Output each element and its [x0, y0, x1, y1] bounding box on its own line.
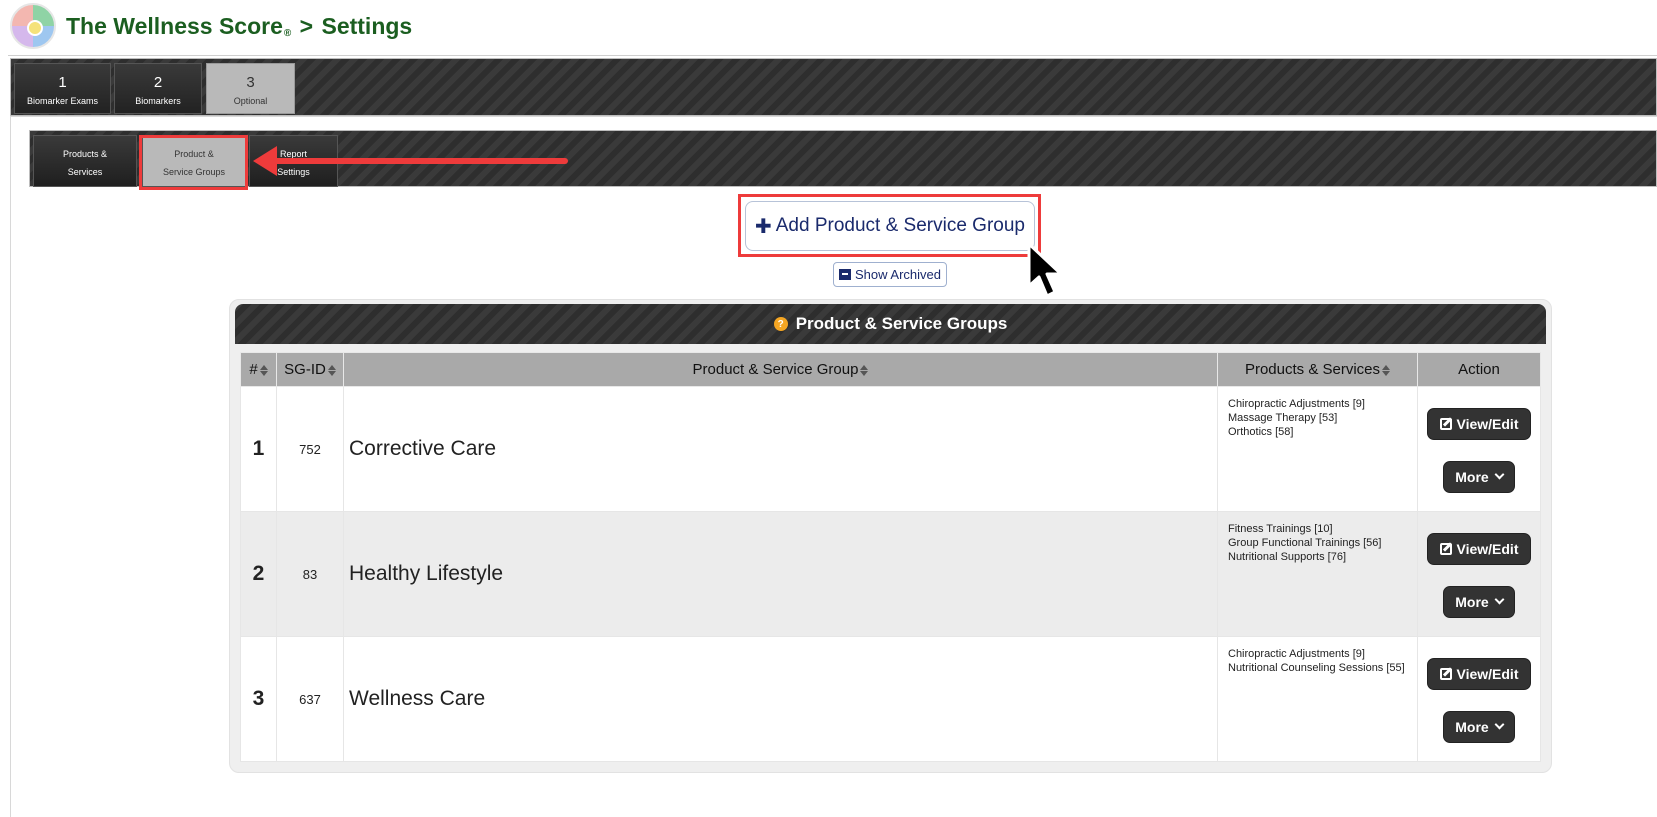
sort-icon — [260, 365, 268, 376]
table-row: 2 83 Healthy Lifestyle Fitness Trainings… — [240, 511, 1541, 637]
tab-number: 1 — [58, 74, 67, 91]
table-row: 3 637 Wellness Care Chiropractic Adjustm… — [240, 636, 1541, 762]
product-item: Fitness Trainings [10] — [1228, 523, 1333, 535]
annotation-arrow-shaft — [272, 158, 568, 164]
more-button[interactable]: More — [1443, 710, 1515, 743]
row-sgid: 637 — [276, 636, 344, 762]
product-item: Orthotics [58] — [1228, 426, 1294, 438]
table-row: 1 752 Corrective Care Chiropractic Adjus… — [240, 386, 1541, 512]
row-actions: View/Edit More — [1417, 386, 1541, 512]
tab-label: Biomarker Exams — [26, 96, 98, 106]
page-title: The Wellness Score® > Settings — [66, 13, 412, 40]
header-divider — [8, 55, 1657, 56]
groups-table-title: Product & Service Groups — [795, 314, 1008, 333]
registered-mark: ® — [283, 28, 292, 39]
tab-biomarkers[interactable]: 2 Biomarkers — [114, 63, 202, 114]
view-edit-button[interactable]: View/Edit — [1427, 532, 1531, 565]
row-products: Fitness Trainings [10] Group Functional … — [1217, 511, 1418, 637]
row-actions: View/Edit More — [1417, 511, 1541, 637]
sort-icon — [328, 365, 336, 376]
row-group-name: Wellness Care — [343, 636, 1218, 762]
breadcrumb-separator-icon: > — [299, 13, 314, 39]
chevron-down-icon — [1494, 594, 1505, 605]
show-archived-button[interactable]: Show Archived — [833, 262, 947, 287]
groups-table: # SG-ID Product & Service Group Products… — [240, 352, 1541, 762]
column-header-label: Product & Service Group — [692, 361, 859, 378]
add-button-label: Add Product & Service Group — [775, 215, 1025, 236]
row-number: 3 — [240, 636, 277, 762]
subtab-products-services[interactable]: Products & Services — [33, 135, 137, 187]
row-group-name: Healthy Lifestyle — [343, 511, 1218, 637]
subtab-line2: Services — [67, 167, 103, 177]
app-title: The Wellness Score — [66, 13, 283, 39]
more-label: More — [1455, 468, 1489, 485]
row-number: 1 — [240, 386, 277, 512]
wellness-logo-icon — [10, 3, 56, 49]
subtab-highlight-box — [139, 135, 248, 190]
product-item: Nutritional Supports [76] — [1228, 551, 1347, 563]
column-header-action: Action — [1417, 352, 1541, 387]
app-header: The Wellness Score® > Settings — [0, 0, 1657, 56]
column-header-label: SG-ID — [284, 361, 326, 378]
tab-number: 2 — [153, 74, 163, 91]
column-header-label: Products & Services — [1244, 361, 1381, 378]
groups-table-header: ? Product & Service Groups — [235, 304, 1546, 344]
row-products: Chiropractic Adjustments [9] Massage The… — [1217, 386, 1418, 512]
row-number: 2 — [240, 511, 277, 637]
row-group-name: Corrective Care — [343, 386, 1218, 512]
sort-icon — [860, 365, 868, 376]
edit-icon — [1439, 417, 1452, 430]
plus-icon: ✚ — [754, 215, 772, 238]
edit-icon — [1439, 542, 1452, 555]
product-item: Chiropractic Adjustments [9] — [1228, 398, 1365, 410]
breadcrumb-settings: Settings — [321, 13, 413, 39]
column-header-num[interactable]: # — [240, 352, 277, 387]
view-edit-label: View/Edit — [1456, 415, 1519, 432]
subtab-line1: Products & — [62, 149, 108, 159]
chevron-down-icon — [1494, 469, 1505, 480]
row-sgid: 83 — [276, 511, 344, 637]
more-button[interactable]: More — [1443, 585, 1515, 618]
tab-optional[interactable]: 3 Optional — [206, 63, 295, 114]
add-product-service-group-button[interactable]: ✚ Add Product & Service Group — [745, 201, 1035, 251]
edit-icon — [1439, 667, 1452, 680]
column-header-label: # — [249, 361, 258, 378]
show-archived-label: Show Archived — [855, 267, 941, 282]
mouse-pointer-icon — [1027, 242, 1063, 298]
chevron-down-icon — [1494, 719, 1505, 730]
column-header-label: Action — [1458, 361, 1500, 378]
step-tabs-bar: 1 Biomarker Exams 2 Biomarkers 3 Optiona… — [10, 58, 1657, 116]
column-header-group[interactable]: Product & Service Group — [343, 352, 1218, 387]
tab-biomarker-exams[interactable]: 1 Biomarker Exams — [14, 63, 111, 114]
product-item: Massage Therapy [53] — [1228, 412, 1338, 424]
view-edit-label: View/Edit — [1456, 540, 1519, 557]
subtab-line2: Settings — [277, 167, 310, 177]
row-actions: View/Edit More — [1417, 636, 1541, 762]
view-edit-button[interactable]: View/Edit — [1427, 407, 1531, 440]
view-edit-label: View/Edit — [1456, 665, 1519, 682]
product-item: Group Functional Trainings [56] — [1228, 537, 1382, 549]
question-circle-icon[interactable]: ? — [773, 317, 788, 331]
tab-label: Biomarkers — [135, 96, 181, 106]
tab-number: 3 — [246, 74, 255, 91]
more-label: More — [1455, 593, 1489, 610]
tab-label: Optional — [233, 96, 268, 106]
row-products: Chiropractic Adjustments [9] Nutritional… — [1217, 636, 1418, 762]
column-header-sgid[interactable]: SG-ID — [276, 352, 344, 387]
sort-icon — [1382, 365, 1390, 376]
row-sgid: 752 — [276, 386, 344, 512]
product-item: Nutritional Counseling Sessions [55] — [1228, 662, 1405, 674]
more-label: More — [1455, 718, 1489, 735]
more-button[interactable]: More — [1443, 460, 1515, 493]
view-edit-button[interactable]: View/Edit — [1427, 657, 1531, 690]
annotation-arrow-icon — [253, 146, 277, 176]
archive-box-icon — [839, 269, 851, 280]
column-header-products[interactable]: Products & Services — [1217, 352, 1418, 387]
product-item: Chiropractic Adjustments [9] — [1228, 648, 1365, 660]
